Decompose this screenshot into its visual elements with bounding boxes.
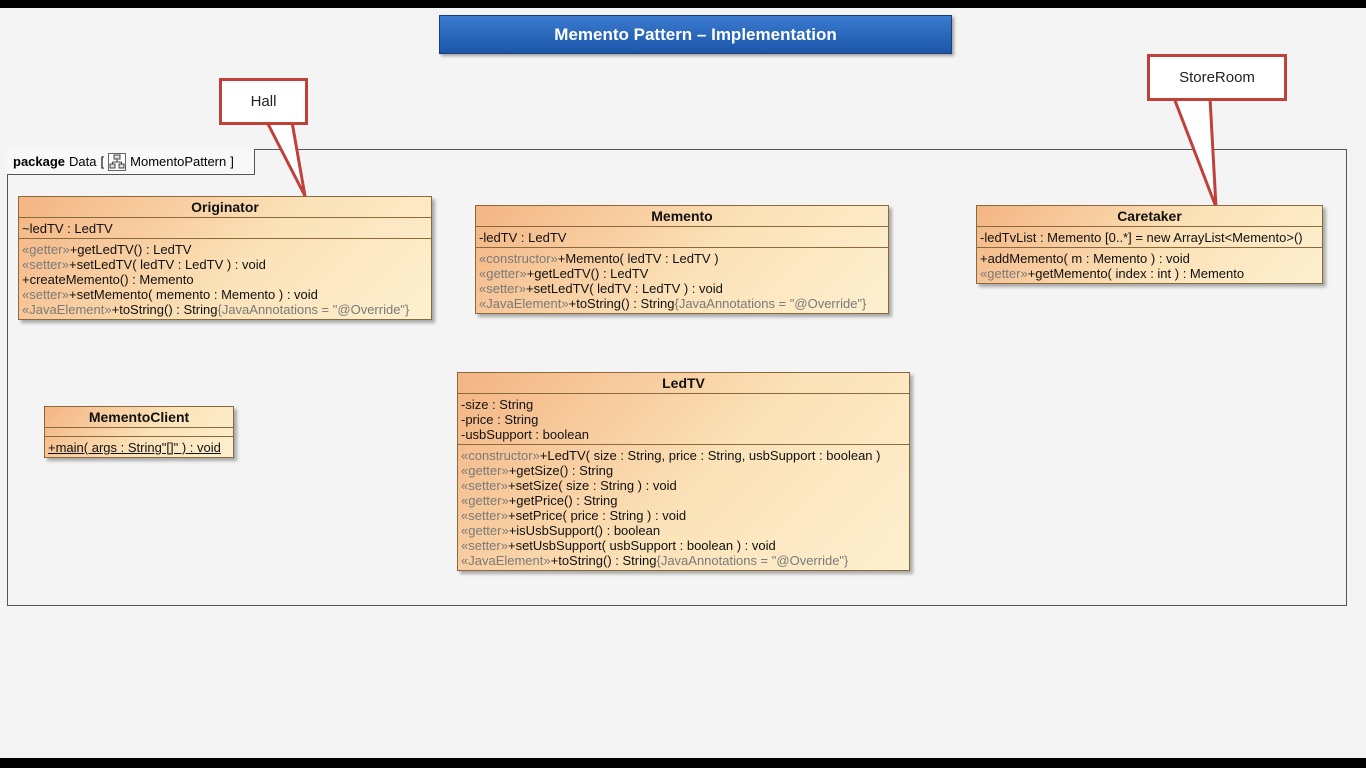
operation-row: «setter»+setUsbSupport( usbSupport : boo… (461, 538, 776, 553)
class-memento[interactable]: Memento -ledTV : LedTV «constructor»+Mem… (475, 205, 889, 314)
operations-section: «constructor»+Memento( ledTV : LedTV ) «… (476, 248, 888, 313)
class-name: Memento (476, 206, 888, 227)
attributes-section: ~ledTV : LedTV (19, 218, 431, 239)
attributes-section (45, 428, 233, 437)
attributes-section: -ledTvList : Memento [0..*] = new ArrayL… (977, 227, 1322, 248)
operation-row: «getter»+getLedTV() : LedTV (22, 242, 192, 257)
package-close-bracket: ] (230, 154, 234, 169)
operation-row: «getter»+isUsbSupport() : boolean (461, 523, 661, 538)
operation-row: «constructor»+Memento( ledTV : LedTV ) (479, 251, 719, 266)
operation-row: «setter»+setLedTV( ledTV : LedTV ) : voi… (479, 281, 723, 296)
attribute-row: -usbSupport : boolean (461, 427, 589, 442)
package-open-bracket: [ (100, 154, 105, 169)
class-memento-client[interactable]: MementoClient +main( args : String"[]" )… (44, 406, 234, 458)
operation-row: «setter»+setLedTV( ledTV : LedTV ) : voi… (22, 257, 266, 272)
operation-row: «setter»+setMemento( memento : Memento )… (22, 287, 318, 302)
class-name: MementoClient (45, 407, 233, 428)
attribute-row: -ledTvList : Memento [0..*] = new ArrayL… (980, 230, 1303, 245)
operation-row: «JavaElement»+toString() : String{JavaAn… (479, 296, 867, 311)
class-ledtv[interactable]: LedTV -size : String -price : String -us… (457, 372, 910, 571)
operations-section: «constructor»+LedTV( size : String, pric… (458, 445, 909, 570)
operation-row: «getter»+getPrice() : String (461, 493, 618, 508)
package-diagram-name: MomentoPattern (130, 154, 227, 169)
operation-row: +addMemento( m : Memento ) : void (980, 251, 1190, 266)
top-black-bar (0, 0, 1366, 8)
operations-section: «getter»+getLedTV() : LedTV «setter»+set… (19, 239, 431, 319)
operation-row: «setter»+setPrice( price : String ) : vo… (461, 508, 687, 523)
operation-row: «constructor»+LedTV( size : String, pric… (461, 448, 881, 463)
operation-row: «getter»+getSize() : String (461, 463, 614, 478)
storeroom-callout: StoreRoom (1147, 54, 1287, 101)
class-name: LedTV (458, 373, 909, 394)
class-originator[interactable]: Originator ~ledTV : LedTV «getter»+getLe… (18, 196, 432, 320)
operation-row: «getter»+getLedTV() : LedTV (479, 266, 649, 281)
package-keyword: package (13, 154, 66, 169)
operation-row: «setter»+setSize( size : String ) : void (461, 478, 677, 493)
diagram-title: Memento Pattern – Implementation (439, 15, 952, 54)
operations-section: +addMemento( m : Memento ) : void «gette… (977, 248, 1322, 283)
operation-row: «JavaElement»+toString() : String{JavaAn… (22, 302, 410, 317)
operation-row: «JavaElement»+toString() : String{JavaAn… (461, 553, 849, 568)
attributes-section: -ledTV : LedTV (476, 227, 888, 248)
attribute-row: -ledTV : LedTV (479, 230, 567, 245)
package-name: Data (69, 154, 97, 169)
class-name: Caretaker (977, 206, 1322, 227)
attribute-row: -price : String (461, 412, 539, 427)
attribute-row: -size : String (461, 397, 534, 412)
operations-section: +main( args : String"[]" ) : void (45, 437, 233, 457)
operation-row: +createMemento() : Memento (22, 272, 194, 287)
bottom-black-bar (0, 758, 1366, 768)
attributes-section: -size : String -price : String -usbSuppo… (458, 394, 909, 445)
class-caretaker[interactable]: Caretaker -ledTvList : Memento [0..*] = … (976, 205, 1323, 284)
operation-row: «getter»+getMemento( index : int ) : Mem… (980, 266, 1245, 281)
attribute-row: ~ledTV : LedTV (22, 221, 113, 236)
class-diagram-icon (108, 152, 127, 171)
operation-row: +main( args : String"[]" ) : void (48, 440, 221, 455)
package-tab: package Data [ MomentoPattern ] (7, 149, 255, 175)
class-name: Originator (19, 197, 431, 218)
hall-callout: Hall (219, 78, 308, 125)
